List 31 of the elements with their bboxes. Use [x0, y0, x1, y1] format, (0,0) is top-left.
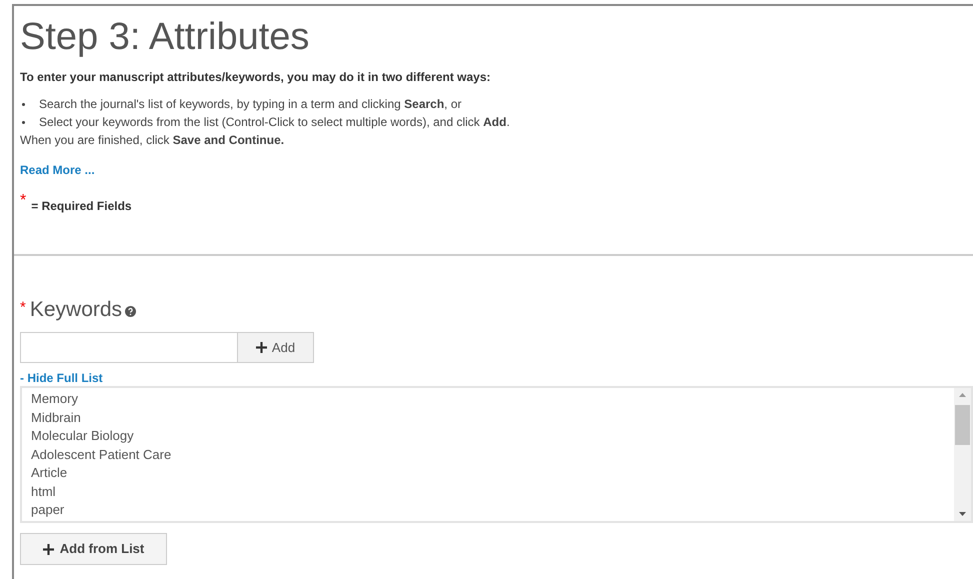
- list-option[interactable]: Midbrain: [31, 408, 81, 427]
- scroll-up-icon[interactable]: [959, 393, 966, 397]
- required-note: = Required Fields: [31, 198, 132, 215]
- hide-full-list-link[interactable]: - Hide Full List: [20, 371, 103, 385]
- list-option[interactable]: paper: [31, 501, 64, 520]
- instruction-text: Select your keywords from the list (Control-Click to select multiple words), and click Add.: [39, 114, 510, 131]
- bullet-icon: [22, 120, 25, 124]
- keyword-listbox[interactable]: Memory Midbrain Molecular Biology Adolescent Patient Care Article html paper: [20, 386, 973, 523]
- required-asterisk: *: [20, 193, 26, 209]
- list-option[interactable]: Adolescent Patient Care: [31, 446, 172, 464]
- scrollbar[interactable]: [954, 388, 971, 521]
- add-button[interactable]: Add: [238, 332, 314, 363]
- scroll-down-icon[interactable]: [959, 512, 966, 516]
- help-icon[interactable]: [125, 306, 136, 317]
- plus-icon: [256, 342, 267, 353]
- required-asterisk: *: [20, 298, 26, 318]
- instruction-text: When you are finished, click Save and Continue.: [20, 132, 284, 149]
- instruction-text: Search the journal's list of keywords, by typing in a term and clicking Search, or: [39, 96, 462, 113]
- keywords-label: Keywords: [30, 297, 122, 323]
- list-option[interactable]: Article: [31, 464, 68, 482]
- keyword-input[interactable]: [20, 332, 238, 363]
- plus-icon: [42, 544, 54, 554]
- list-option[interactable]: Molecular Biology: [31, 427, 134, 446]
- scrollbar-thumb[interactable]: [955, 405, 970, 445]
- page-title: Step 3: Attributes: [20, 15, 310, 60]
- bullet-icon: [22, 102, 25, 106]
- read-more-link[interactable]: Read More ...: [20, 161, 95, 179]
- list-option[interactable]: Memory: [31, 390, 78, 408]
- add-from-list-button[interactable]: Add from List: [20, 533, 167, 565]
- list-option[interactable]: html: [31, 482, 56, 501]
- intro-text: To enter your manuscript attributes/keywords, you may do it in two different ways:: [20, 70, 491, 85]
